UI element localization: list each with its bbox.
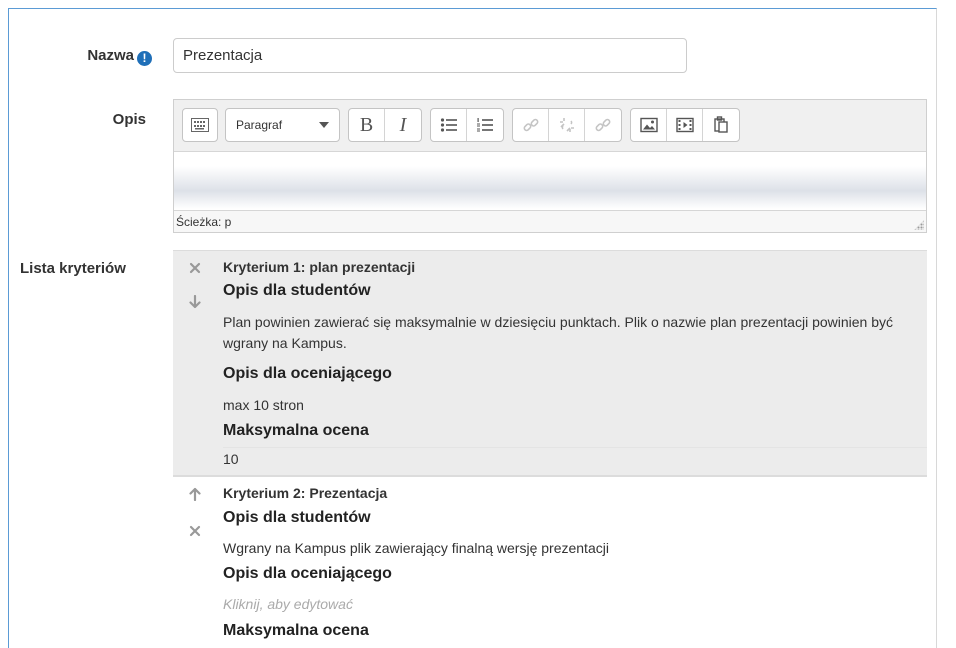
unordered-list-button[interactable] bbox=[431, 109, 467, 141]
link-group bbox=[512, 108, 622, 142]
delete-criterion-button[interactable] bbox=[187, 260, 203, 276]
editor-toolbar: Paragraf B I bbox=[174, 100, 926, 152]
criterion-title[interactable]: Kryterium 2: Prezentacja bbox=[223, 485, 387, 501]
max-score-value[interactable]: 10 bbox=[223, 449, 913, 470]
student-description-heading: Opis dla studentów bbox=[223, 282, 371, 299]
paragraph-select-label: Paragraf bbox=[236, 118, 283, 132]
required-icon[interactable]: ! bbox=[137, 51, 152, 66]
anchor-button[interactable] bbox=[585, 109, 621, 141]
clipboard-icon bbox=[714, 116, 728, 133]
max-score-heading: Maksymalna ocena bbox=[223, 422, 369, 439]
name-label: Nazwa! bbox=[60, 47, 152, 66]
arrow-down-icon bbox=[189, 295, 201, 309]
link-button[interactable] bbox=[513, 109, 549, 141]
resize-grip-icon[interactable] bbox=[914, 220, 924, 230]
student-description-heading: Opis dla studentów bbox=[223, 509, 371, 526]
close-icon bbox=[189, 262, 201, 274]
bullet-list-icon bbox=[440, 118, 457, 132]
name-input[interactable]: Prezentacja bbox=[173, 38, 687, 73]
editor-path-bar: Ścieżka: p bbox=[174, 210, 926, 232]
arrow-up-icon bbox=[189, 487, 201, 501]
italic-button[interactable]: I bbox=[385, 109, 421, 141]
toolbar-toggle-button[interactable] bbox=[183, 109, 217, 141]
criterion-2: Kryterium 2: Prezentacja Opis dla studen… bbox=[173, 476, 927, 646]
anchor-link-icon bbox=[595, 118, 611, 132]
keyboard-icon bbox=[191, 118, 209, 132]
grader-description-heading: Opis dla oceniającego bbox=[223, 365, 392, 382]
delete-criterion-button[interactable] bbox=[187, 523, 203, 539]
list-group bbox=[430, 108, 504, 142]
paragraph-select-group: Paragraf bbox=[225, 108, 340, 142]
name-label-text: Nazwa bbox=[87, 47, 134, 64]
film-icon bbox=[675, 117, 694, 133]
grader-description-heading: Opis dla oceniającego bbox=[223, 565, 392, 582]
media-group bbox=[630, 108, 740, 142]
student-description-text[interactable]: Plan powinien zawierać się maksymalnie w… bbox=[223, 312, 913, 354]
toolbar-toggle-group bbox=[182, 108, 218, 142]
grader-description-placeholder[interactable]: Kliknij, aby edytować bbox=[223, 594, 913, 615]
image-icon bbox=[639, 117, 658, 133]
manage-files-button[interactable] bbox=[703, 109, 739, 141]
description-editor: Paragraf B I Ścieżka: p bbox=[173, 99, 927, 233]
criteria-label: Lista kryteriów bbox=[20, 260, 126, 277]
format-group: B I bbox=[348, 108, 422, 142]
criterion-1: Kryterium 1: plan prezentacji Opis dla s… bbox=[173, 250, 927, 476]
max-score-heading: Maksymalna ocena bbox=[223, 622, 369, 639]
grader-description-text[interactable]: max 10 stron bbox=[223, 395, 913, 416]
close-icon bbox=[189, 525, 201, 537]
numbered-list-icon bbox=[477, 118, 493, 132]
chevron-down-icon bbox=[319, 122, 329, 128]
insert-image-button[interactable] bbox=[631, 109, 667, 141]
description-label: Opis bbox=[112, 111, 146, 128]
move-down-button[interactable] bbox=[187, 294, 203, 310]
unlink-button[interactable] bbox=[549, 109, 585, 141]
editor-path-text: Ścieżka: p bbox=[176, 215, 232, 229]
insert-media-button[interactable] bbox=[667, 109, 703, 141]
editor-content-area[interactable] bbox=[174, 152, 926, 209]
bold-button[interactable]: B bbox=[349, 109, 385, 141]
divider bbox=[223, 447, 927, 448]
criterion-title[interactable]: Kryterium 1: plan prezentacji bbox=[223, 259, 415, 275]
link-icon bbox=[523, 118, 538, 132]
move-up-button[interactable] bbox=[187, 486, 203, 502]
ordered-list-button[interactable] bbox=[467, 109, 503, 141]
student-description-text[interactable]: Wgrany na Kampus plik zawierający finaln… bbox=[223, 538, 913, 559]
unlink-icon bbox=[559, 118, 574, 132]
paragraph-select[interactable]: Paragraf bbox=[226, 109, 339, 141]
